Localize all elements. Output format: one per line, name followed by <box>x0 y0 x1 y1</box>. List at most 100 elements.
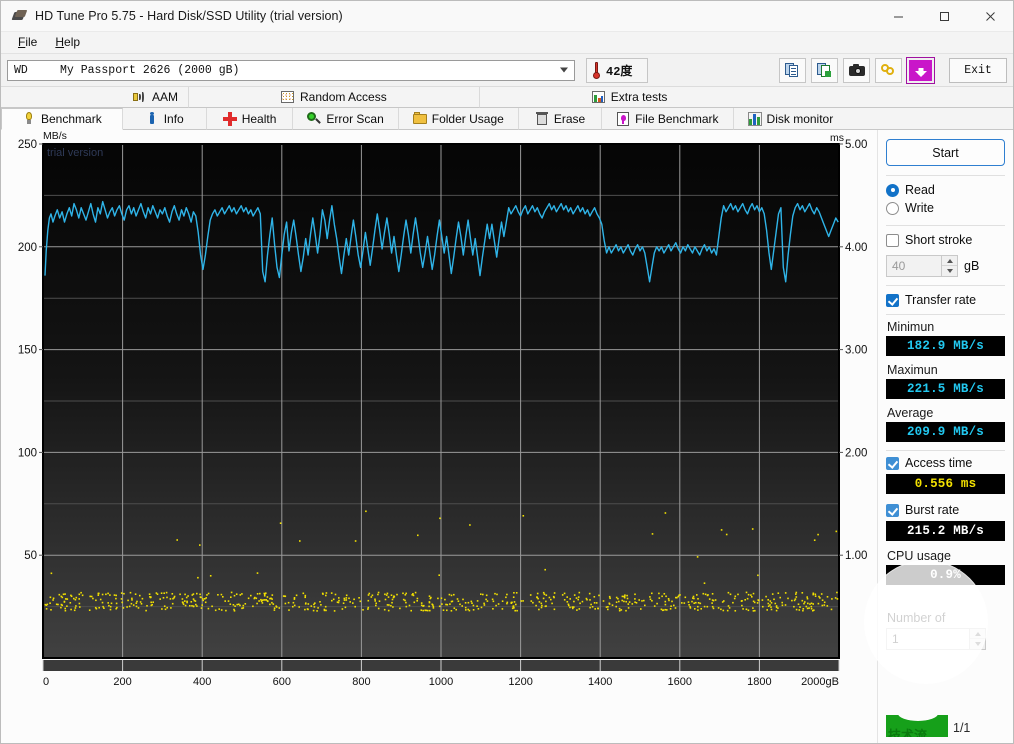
minimize-button[interactable] <box>875 1 921 32</box>
checkbox-transfer-rate[interactable]: Transfer rate <box>886 293 1005 307</box>
menu-file[interactable]: File <box>9 34 46 51</box>
burst-rate-value-box: 215.2 MB/s <box>886 521 1005 541</box>
svg-text:800: 800 <box>352 676 370 688</box>
download-arrow-icon <box>914 63 928 78</box>
page-indicator: 1/1 <box>953 721 971 735</box>
tab-error-scan[interactable]: Error Scan <box>293 108 399 130</box>
radio-read[interactable]: Read <box>886 183 1005 197</box>
short-stroke-size-stepper[interactable]: 40 <box>886 255 958 277</box>
number-of-decrement[interactable] <box>970 639 985 649</box>
vendor-logo: 技术流 <box>886 715 948 737</box>
copy-image-button[interactable] <box>811 57 838 83</box>
close-button[interactable] <box>967 1 1013 32</box>
main-content: 250 200 150 100 50 5.00 4.00 3.00 2.00 1.00 0 200 40… <box>1 130 1013 743</box>
svg-text:1600: 1600 <box>668 676 692 688</box>
tab-file-benchmark[interactable]: File Benchmark <box>602 108 734 130</box>
tab-health[interactable]: Health <box>206 108 294 130</box>
svg-text:400: 400 <box>193 676 211 688</box>
tab-folder-usage[interactable]: Folder Usage <box>398 108 519 130</box>
vendor-logo-text: 技术流 <box>888 728 928 737</box>
radio-write-indicator[interactable] <box>886 201 899 215</box>
start-button[interactable]: Start <box>886 139 1005 166</box>
info-icon <box>145 111 159 126</box>
tab-benchmark[interactable]: Benchmark <box>1 108 123 130</box>
number-of-stepper[interactable]: 1 <box>886 628 986 650</box>
random-dots-icon <box>281 90 295 104</box>
svg-text:2.00: 2.00 <box>845 447 867 459</box>
checkbox-short-stroke-indicator[interactable] <box>886 233 899 247</box>
checkbox-access-time[interactable]: Access time <box>886 456 1005 470</box>
number-of-increment[interactable] <box>970 629 985 639</box>
menu-help[interactable]: Help <box>46 34 89 51</box>
temperature-value: 42度 <box>606 64 633 79</box>
tab-disk-monitor[interactable]: Disk monitor <box>733 108 848 130</box>
copy-text-button[interactable] <box>779 57 806 83</box>
tab-random-access[interactable]: Random Access <box>189 87 480 108</box>
tab-row-filler-2 <box>847 108 1013 130</box>
number-of-spin-buttons[interactable] <box>969 629 985 649</box>
tab-bars: AAM Random Access Extra tests Benchmark … <box>1 87 1013 130</box>
tab-erase[interactable]: Erase <box>518 108 603 130</box>
tab-row-primary: Benchmark Info Health Error Scan Folder … <box>1 108 1013 130</box>
svg-text:1800: 1800 <box>747 676 771 688</box>
tab-random-access-label: Random Access <box>300 90 387 104</box>
tab-info[interactable]: Info <box>122 108 207 130</box>
exit-button[interactable]: Exit <box>949 57 1007 83</box>
radio-write-label: Write <box>905 201 934 215</box>
y-axis-unit-right: ms <box>830 132 844 144</box>
chain-link-icon <box>880 63 897 77</box>
maximum-value: 221.5 MB/s <box>906 382 984 396</box>
tab-info-label: Info <box>163 111 184 126</box>
checkbox-burst-rate-indicator[interactable] <box>886 503 899 517</box>
divider-4 <box>886 314 1005 315</box>
minimum-value-box: 182.9 MB/s <box>886 336 1005 356</box>
svg-text:1000: 1000 <box>429 676 453 688</box>
link-button[interactable] <box>875 57 902 83</box>
control-panel: Start Read Write Short stroke 40 gB Tran… <box>864 130 1013 743</box>
checkbox-burst-rate[interactable]: Burst rate <box>886 503 1005 517</box>
short-stroke-size-increment[interactable] <box>942 256 957 266</box>
toolbar: WD My Passport 2626 (2000 gB) 42度 Exit <box>1 54 1013 87</box>
checkbox-short-stroke[interactable]: Short stroke <box>886 233 1005 247</box>
tab-extra-tests[interactable]: Extra tests <box>479 87 728 108</box>
folder-icon <box>412 111 427 126</box>
tab-folder-usage-label: Folder Usage <box>431 111 504 126</box>
radio-read-indicator[interactable] <box>886 183 899 197</box>
svg-text:5.00: 5.00 <box>845 139 867 151</box>
access-time-value: 0.556 ms <box>914 477 977 491</box>
average-label: Average <box>887 406 934 420</box>
maximum-label: Maximun <box>887 363 938 377</box>
chevron-down-icon[interactable] <box>560 67 568 73</box>
svg-text:200: 200 <box>18 242 37 254</box>
monitor-bars-icon <box>747 111 762 126</box>
short-stroke-size-decrement[interactable] <box>942 266 957 276</box>
download-button[interactable] <box>906 56 935 84</box>
tab-row-filler-1 <box>727 87 1013 108</box>
svg-text:1.00: 1.00 <box>845 550 867 562</box>
number-of-label: Number of <box>887 611 946 625</box>
thermometer-icon <box>590 61 603 80</box>
average-value-box: 209.9 MB/s <box>886 422 1005 442</box>
temperature-display: 42度 <box>586 57 648 83</box>
red-cross-icon <box>222 111 237 126</box>
menu-bar: File Help <box>1 32 1013 54</box>
checkbox-access-time-indicator[interactable] <box>886 456 899 470</box>
svg-text:100: 100 <box>18 447 37 459</box>
checkbox-transfer-rate-indicator[interactable] <box>886 293 899 307</box>
divider-3 <box>886 285 1005 286</box>
short-stroke-size-spin-buttons[interactable] <box>941 256 957 276</box>
tab-erase-label: Erase <box>553 111 586 126</box>
minimum-label: Minimun <box>887 320 935 334</box>
screenshot-button[interactable] <box>843 57 870 83</box>
minimum-value: 182.9 MB/s <box>906 339 984 353</box>
maximize-button[interactable] <box>921 1 967 32</box>
average-value: 209.9 MB/s <box>906 425 984 439</box>
radio-write[interactable]: Write <box>886 201 1005 215</box>
speaker-icon <box>133 90 147 104</box>
drive-select[interactable]: WD My Passport 2626 (2000 gB) <box>7 59 575 81</box>
tab-aam[interactable]: AAM <box>1 87 190 108</box>
divider-5 <box>886 450 1005 451</box>
tab-extra-tests-label: Extra tests <box>610 90 668 104</box>
radio-read-label: Read <box>905 183 935 197</box>
magnifier-icon <box>307 111 322 126</box>
